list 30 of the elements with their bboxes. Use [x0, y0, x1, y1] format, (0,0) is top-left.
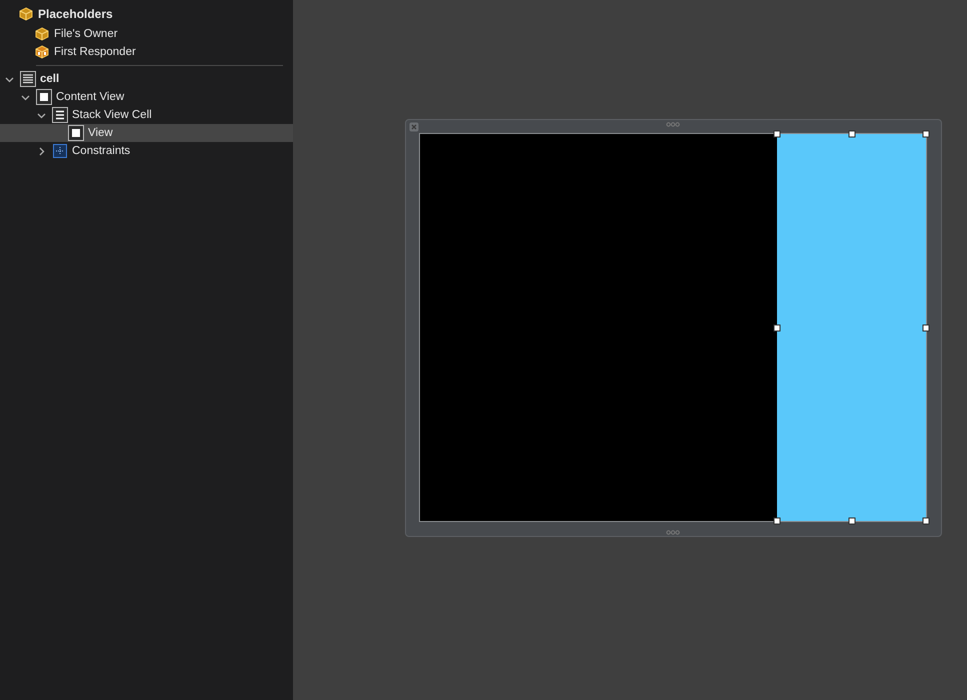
resize-handle[interactable]	[774, 324, 781, 331]
outline-item[interactable]: First Responder	[0, 43, 293, 61]
view-icon	[68, 125, 84, 141]
outline-item[interactable]: View	[0, 124, 293, 142]
cube-icon	[35, 45, 49, 59]
resize-handle[interactable]	[922, 518, 930, 524]
drag-handle-icon[interactable]	[666, 122, 680, 127]
resize-handle[interactable]	[774, 518, 781, 524]
resize-handle[interactable]	[922, 324, 930, 331]
cube-icon	[35, 27, 49, 41]
stack-icon	[52, 107, 68, 123]
chevron-down-icon[interactable]	[36, 110, 46, 120]
chevron-right-icon[interactable]	[36, 146, 46, 156]
outline-item[interactable]: File's Owner	[0, 25, 293, 43]
outline-item[interactable]: Stack View Cell	[0, 106, 293, 124]
outline-item[interactable]: Content View	[0, 88, 293, 106]
section-title: Placeholders	[38, 7, 113, 21]
resize-handle[interactable]	[774, 130, 781, 138]
constraints-icon	[53, 144, 67, 158]
table-icon	[20, 71, 36, 87]
resize-handle[interactable]	[848, 518, 856, 524]
cube-icon	[19, 7, 33, 21]
outline-item[interactable]: Constraints	[0, 142, 293, 160]
view-icon	[36, 89, 52, 105]
drag-handle-icon[interactable]	[666, 530, 680, 535]
resize-handle[interactable]	[922, 130, 930, 138]
outline-item[interactable]: cell	[0, 70, 293, 88]
chevron-down-icon[interactable]	[4, 74, 14, 84]
resize-handle[interactable]	[848, 130, 856, 138]
chevron-down-icon[interactable]	[20, 92, 30, 102]
